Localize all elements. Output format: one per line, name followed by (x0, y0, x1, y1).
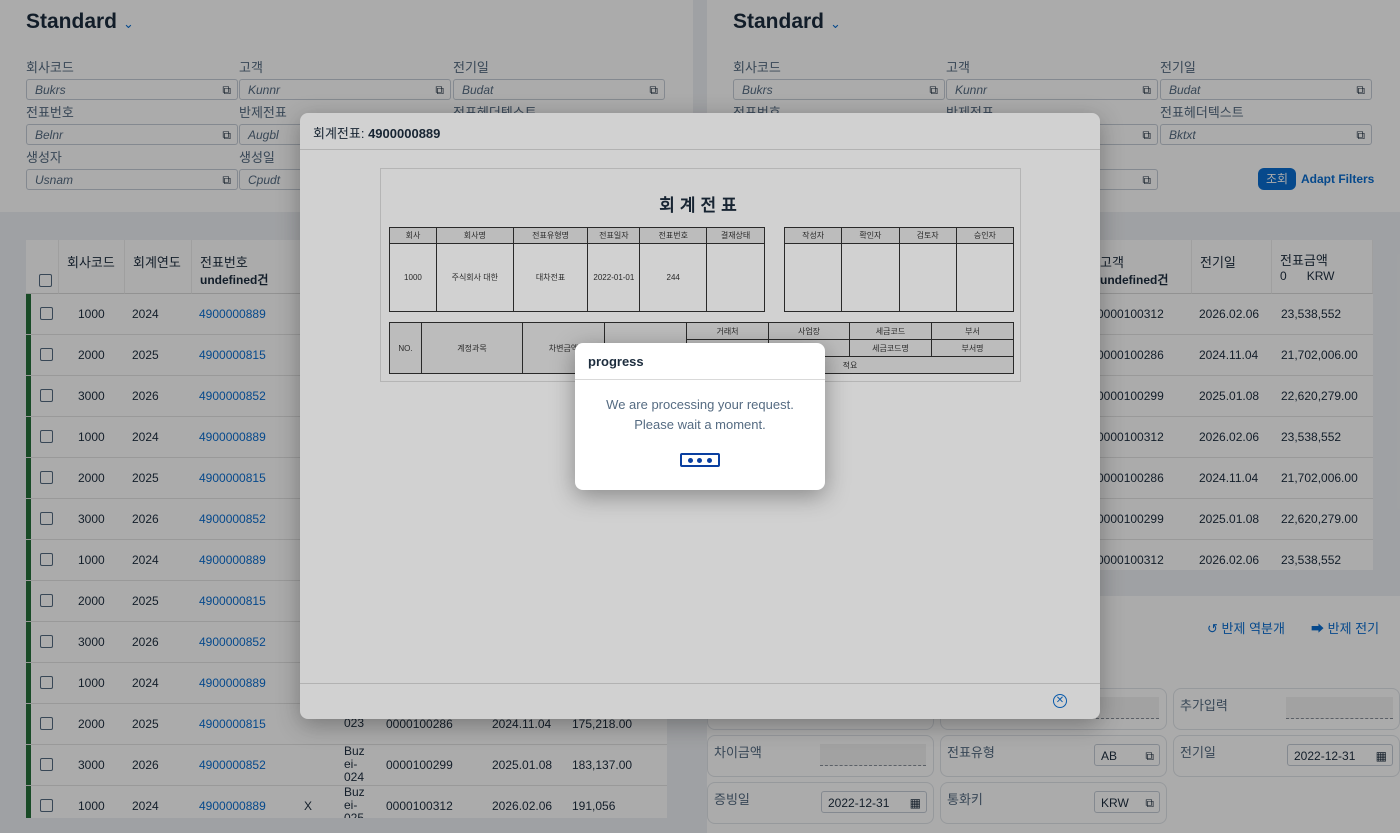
progress-message: We are processing your request. Please w… (575, 395, 825, 435)
busy-indicator (680, 453, 720, 467)
progress-dialog: progress We are processing your request.… (575, 343, 825, 490)
progress-line-2: Please wait a moment. (634, 417, 766, 432)
progress-title: progress (588, 354, 644, 369)
progress-line-1: We are processing your request. (606, 397, 794, 412)
divider (575, 379, 825, 380)
